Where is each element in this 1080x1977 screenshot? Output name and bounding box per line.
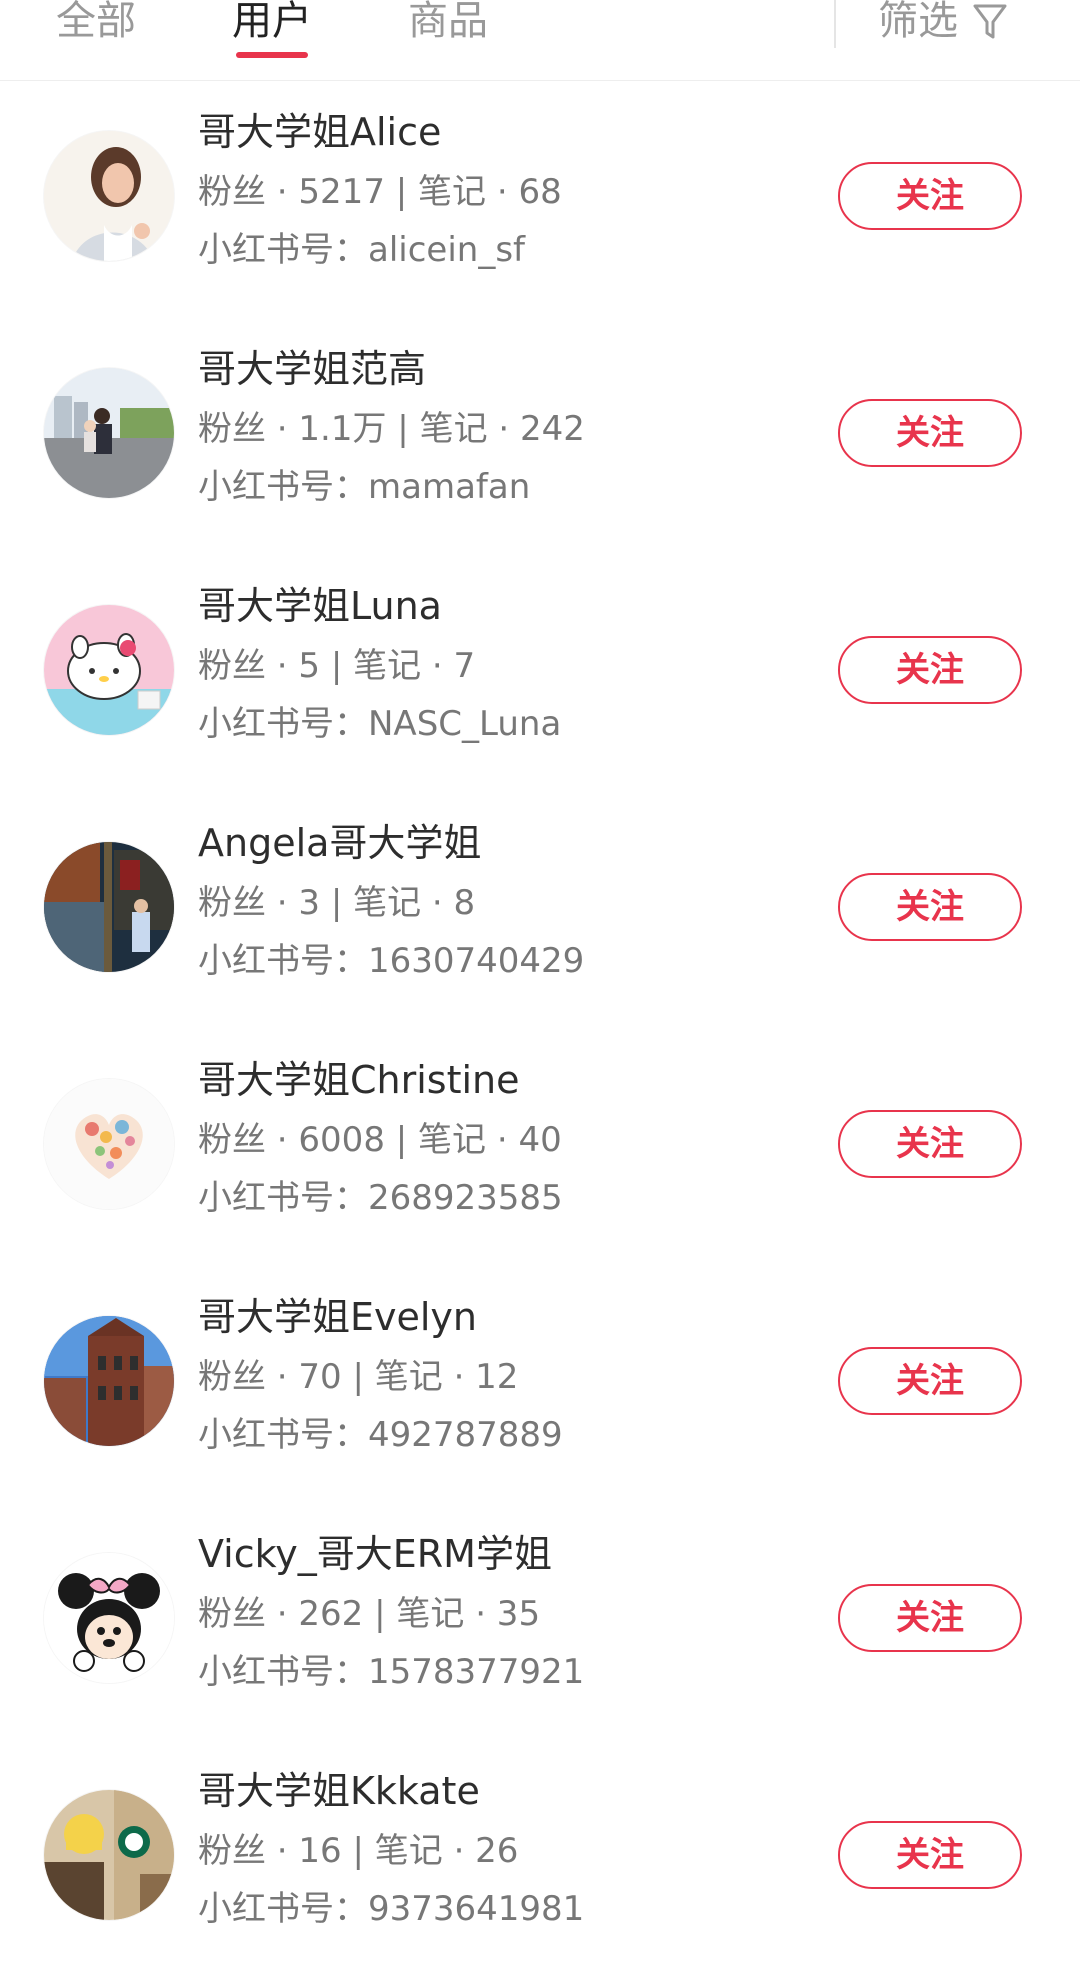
user-handle: 小红书号：9373641981: [198, 1889, 585, 1929]
avatar[interactable]: [44, 842, 174, 972]
user-name: 哥大学姐Luna: [198, 584, 442, 628]
follow-button[interactable]: 关注: [838, 636, 1022, 704]
user-row[interactable]: 哥大学姐范高 粉丝 · 1.1万 | 笔记 · 242 小红书号：mamafan…: [0, 318, 1080, 555]
user-stats: 粉丝 · 262 | 笔记 · 35: [198, 1594, 541, 1634]
user-stats: 粉丝 · 6008 | 笔记 · 40: [198, 1120, 562, 1160]
user-row[interactable]: 哥大学姐Christine 粉丝 · 6008 | 笔记 · 40 小红书号：2…: [0, 1029, 1080, 1266]
tab-divider: [834, 0, 836, 48]
user-stats: 粉丝 · 5 | 笔记 · 7: [198, 646, 476, 686]
user-handle: 小红书号：1578377921: [198, 1652, 585, 1692]
user-row[interactable]: Vicky_哥大ERM学姐 粉丝 · 262 | 笔记 · 35 小红书号：15…: [0, 1503, 1080, 1740]
user-row[interactable]: Angela哥大学姐 粉丝 · 3 | 笔记 · 8 小红书号：16307404…: [0, 792, 1080, 1029]
tab-bar: 全部 用户 商品 筛选: [0, 0, 1080, 81]
user-handle: 小红书号：268923585: [198, 1178, 563, 1218]
follow-button[interactable]: 关注: [838, 162, 1022, 230]
tab-users-label: 用户: [232, 0, 312, 44]
tab-all[interactable]: 全部: [56, 0, 136, 80]
user-name: 哥大学姐Evelyn: [198, 1295, 478, 1339]
follow-button[interactable]: 关注: [838, 1110, 1022, 1178]
avatar[interactable]: [44, 605, 174, 735]
filter-icon: [972, 0, 1008, 50]
avatar[interactable]: [44, 1316, 174, 1446]
filter-label: 筛选: [878, 0, 958, 44]
user-handle: 小红书号：NASC_Luna: [198, 704, 562, 744]
user-row[interactable]: 哥大学姐Luna 粉丝 · 5 | 笔记 · 7 小红书号：NASC_Luna …: [0, 555, 1080, 792]
user-stats: 粉丝 · 16 | 笔记 · 26: [198, 1831, 519, 1871]
follow-button[interactable]: 关注: [838, 1347, 1022, 1415]
user-row[interactable]: 哥大学姐Alice 粉丝 · 5217 | 笔记 · 68 小红书号：alice…: [0, 81, 1080, 318]
active-tab-indicator: [236, 52, 308, 58]
user-name: 哥大学姐Alice: [198, 110, 442, 154]
user-stats: 粉丝 · 70 | 笔记 · 12: [198, 1357, 519, 1397]
user-stats: 粉丝 · 5217 | 笔记 · 68: [198, 172, 562, 212]
user-handle: 小红书号：1630740429: [198, 941, 585, 981]
avatar[interactable]: [44, 131, 174, 261]
user-handle: 小红书号：492787889: [198, 1415, 563, 1455]
follow-button[interactable]: 关注: [838, 399, 1022, 467]
user-row[interactable]: 哥大学姐Evelyn 粉丝 · 70 | 笔记 · 12 小红书号：492787…: [0, 1266, 1080, 1503]
avatar[interactable]: [44, 1553, 174, 1683]
user-handle: 小红书号：mamafan: [198, 467, 531, 507]
avatar[interactable]: [44, 1790, 174, 1920]
user-stats: 粉丝 · 1.1万 | 笔记 · 242: [198, 409, 585, 449]
user-name: 哥大学姐Christine: [198, 1058, 520, 1102]
tab-users[interactable]: 用户: [232, 0, 312, 80]
avatar[interactable]: [44, 368, 174, 498]
user-name: Angela哥大学姐: [198, 821, 482, 865]
tab-goods[interactable]: 商品: [408, 0, 488, 80]
user-name: 哥大学姐Kkkate: [198, 1769, 480, 1813]
user-handle: 小红书号：alicein_sf: [198, 230, 526, 270]
user-stats: 粉丝 · 3 | 笔记 · 8: [198, 883, 476, 923]
follow-button[interactable]: 关注: [838, 1821, 1022, 1889]
follow-button[interactable]: 关注: [838, 873, 1022, 941]
follow-button[interactable]: 关注: [838, 1584, 1022, 1652]
user-name: Vicky_哥大ERM学姐: [198, 1532, 552, 1576]
filter-button[interactable]: 筛选: [878, 0, 1008, 48]
avatar[interactable]: [44, 1079, 174, 1209]
user-name: 哥大学姐范高: [198, 347, 427, 391]
user-row[interactable]: 哥大学姐Kkkate 粉丝 · 16 | 笔记 · 26 小红书号：937364…: [0, 1740, 1080, 1977]
